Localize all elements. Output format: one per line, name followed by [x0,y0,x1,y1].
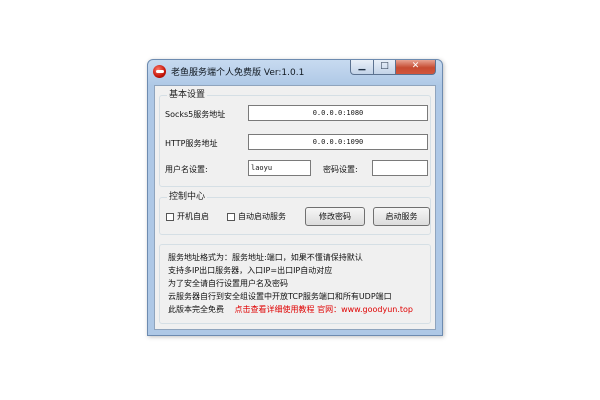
info-line-cloud-ports: 云服务器自行到安全组设置中开放TCP服务端口和所有UDP端口 [168,292,392,301]
title-bar[interactable]: 老鱼服务端个人免费版 Ver:1.0.1 ▁ □ ✕ [148,60,442,84]
minimize-button[interactable]: ▁ [350,60,374,75]
control-center-title: 控制中心 [167,191,208,203]
free-version-text: 此版本完全免费 [168,305,224,314]
change-password-button[interactable]: 修改密码 [305,207,365,226]
username-label: 用户名设置: [165,165,208,174]
password-input[interactable] [372,160,428,176]
caption-buttons: ▁ □ ✕ [350,60,436,76]
socks5-address-input[interactable]: 0.0.0.0:1080 [248,105,428,121]
auto-service-label: 自动启动服务 [238,212,286,221]
autostart-label: 开机自启 [177,212,209,221]
info-line-format: 服务地址格式为：服务地址:端口，如果不懂请保持默认 [168,253,363,262]
http-label: HTTP服务地址 [165,139,218,148]
control-center-group: 控制中心 开机自启 自动启动服务 修改密码 启动服务 [159,191,431,235]
close-button[interactable]: ✕ [396,60,436,75]
auto-service-checkbox[interactable] [227,213,235,221]
info-group: 服务地址格式为：服务地址:端口，如果不懂请保持默认 支持多IP出口服务器，入口I… [159,244,431,324]
basic-settings-title: 基本设置 [167,89,208,101]
username-input[interactable]: laoyu [248,160,311,176]
info-line-multi-ip: 支持多IP出口服务器，入口IP=出口IP自动对应 [168,266,333,275]
basic-settings-group: 基本设置 Socks5服务地址 0.0.0.0:1080 HTTP服务地址 0.… [159,89,431,187]
password-label: 密码设置: [323,165,358,174]
client-area: 基本设置 Socks5服务地址 0.0.0.0:1080 HTTP服务地址 0.… [154,85,436,330]
app-window: 老鱼服务端个人免费版 Ver:1.0.1 ▁ □ ✕ 基本设置 Socks5服务… [147,59,443,336]
info-line-free: 此版本完全免费 点击查看详细使用教程 官网：www.goodyun.top [168,304,413,315]
app-logo-icon [153,65,166,78]
autostart-checkbox[interactable] [166,213,174,221]
http-address-input[interactable]: 0.0.0.0:1090 [248,134,428,150]
start-service-button[interactable]: 启动服务 [373,207,430,226]
socks5-label: Socks5服务地址 [165,110,226,119]
tutorial-link[interactable]: 点击查看详细使用教程 官网：www.goodyun.top [235,305,413,314]
info-line-security: 为了安全请自行设置用户名及密码 [168,279,288,288]
window-title: 老鱼服务端个人免费版 Ver:1.0.1 [171,68,305,78]
maximize-button[interactable]: □ [374,60,396,75]
